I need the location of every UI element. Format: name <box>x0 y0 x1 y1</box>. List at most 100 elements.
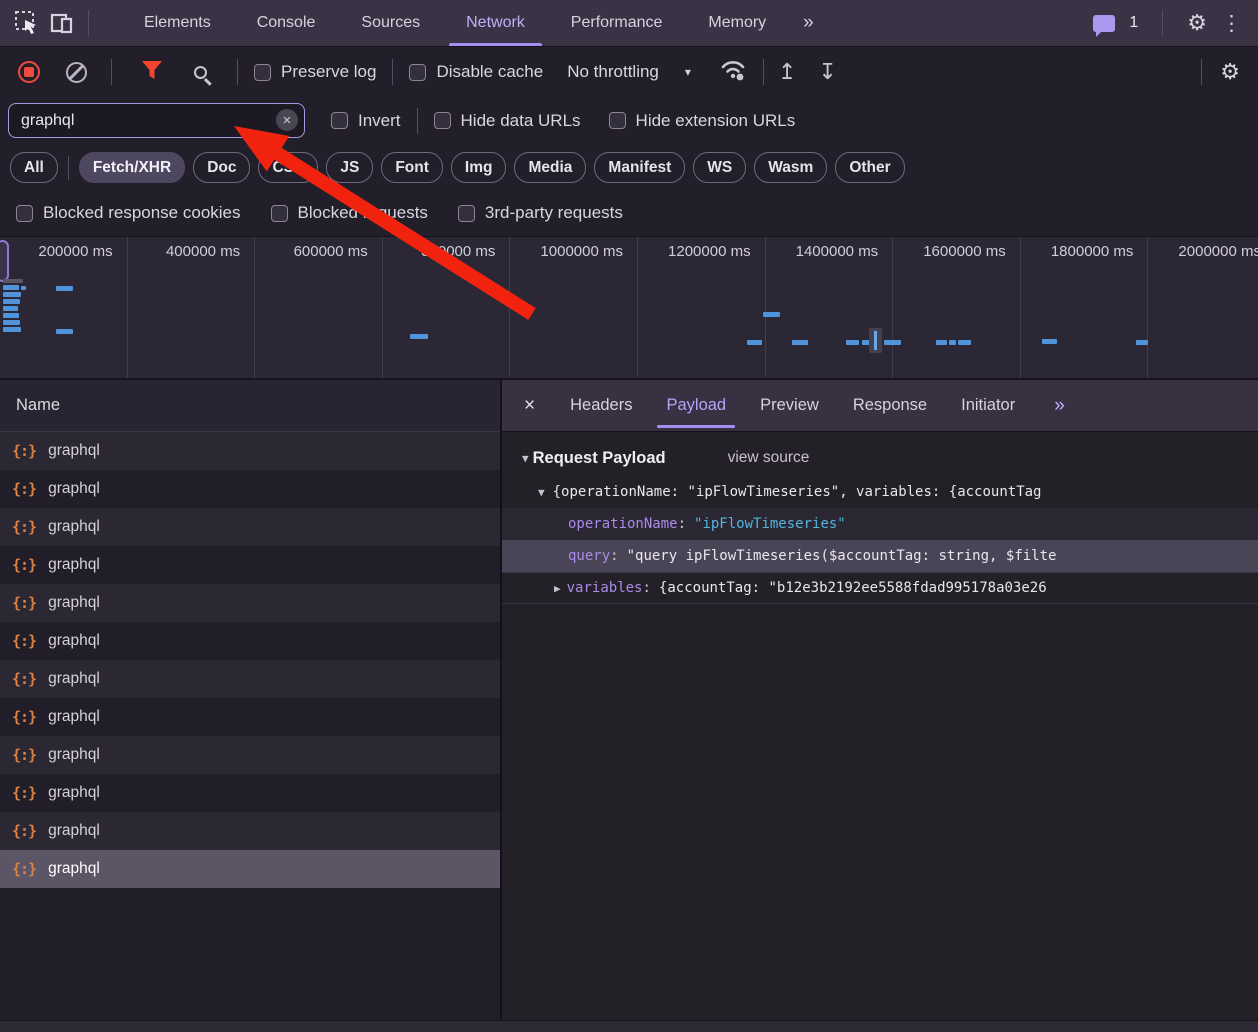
payload-entry-variables[interactable]: ▶ variables: {accountTag: "b12e3b2192ee5… <box>502 572 1258 604</box>
more-tabs-icon[interactable]: » <box>1040 395 1077 417</box>
timeline-tick-label: 800000 ms <box>421 243 495 260</box>
caret-down-icon[interactable]: ▼ <box>538 486 545 499</box>
table-row[interactable]: {:}graphql <box>0 698 500 736</box>
checkbox-box[interactable] <box>409 64 426 81</box>
chip-all[interactable]: All <box>10 152 58 183</box>
tab-network[interactable]: Network <box>443 0 548 46</box>
preserve-log-checkbox[interactable]: Preserve log <box>254 62 376 82</box>
checkbox-box[interactable] <box>331 112 348 129</box>
network-conditions-icon[interactable] <box>719 58 749 87</box>
import-har-icon[interactable]: ↥ <box>778 61 796 83</box>
device-toolbar-icon[interactable] <box>48 8 78 38</box>
checkbox-box[interactable] <box>254 64 271 81</box>
network-toolbar: Preserve log Disable cache No throttling… <box>0 48 1258 96</box>
issues-message-icon[interactable] <box>1093 15 1115 32</box>
tab-headers[interactable]: Headers <box>553 380 649 431</box>
caret-right-icon[interactable]: ▶ <box>554 582 561 595</box>
close-icon[interactable]: × <box>502 395 553 417</box>
tab-console[interactable]: Console <box>234 0 339 46</box>
table-row[interactable]: {:}graphql <box>0 584 500 622</box>
disable-cache-checkbox[interactable]: Disable cache <box>409 62 543 82</box>
payload-value: "ipFlowTimeseries" <box>694 516 846 532</box>
payload-key: operationName <box>568 516 678 532</box>
blocked-requests-checkbox[interactable]: Blocked requests <box>271 203 428 223</box>
network-settings-gear-icon[interactable]: ⚙ <box>1220 61 1240 83</box>
payload-root-node[interactable]: ▼ {operationName: "ipFlowTimeseries", va… <box>502 476 1258 508</box>
filter-funnel-icon[interactable] <box>140 59 164 86</box>
third-party-requests-checkbox[interactable]: 3rd-party requests <box>458 203 623 223</box>
payload-value: {accountTag: "b12e3b2192ee5588fdad995178… <box>659 580 1047 596</box>
export-har-icon[interactable]: ↧ <box>818 61 836 83</box>
checkbox-box[interactable] <box>434 112 451 129</box>
settings-gear-icon[interactable]: ⚙ <box>1187 12 1207 34</box>
chip-css[interactable]: CSS <box>258 152 318 183</box>
timeline-column: 1800000 ms <box>1021 237 1149 380</box>
table-row[interactable]: {:}graphql <box>0 736 500 774</box>
payload-entry-query[interactable]: query: "query ipFlowTimeseries($accountT… <box>502 540 1258 572</box>
json-xhr-icon: {:} <box>12 708 36 726</box>
chip-img[interactable]: Img <box>451 152 507 183</box>
network-overview-timeline[interactable]: 200000 ms400000 ms600000 ms800000 ms1000… <box>0 237 1258 380</box>
table-row[interactable]: {:}graphql <box>0 774 500 812</box>
invert-checkbox[interactable]: Invert <box>331 111 401 131</box>
tab-initiator[interactable]: Initiator <box>944 380 1032 431</box>
tab-payload[interactable]: Payload <box>649 380 743 431</box>
request-payload-section[interactable]: ▼ Request Payload view source <box>502 440 1258 476</box>
chip-js[interactable]: JS <box>326 152 373 183</box>
table-row[interactable]: {:}graphql <box>0 546 500 584</box>
filter-input[interactable]: graphql × <box>8 103 305 138</box>
tab-elements[interactable]: Elements <box>121 0 234 46</box>
chip-manifest[interactable]: Manifest <box>594 152 685 183</box>
timeline-tick-label: 1600000 ms <box>923 243 1006 260</box>
tab-performance[interactable]: Performance <box>548 0 686 46</box>
kebab-menu-icon[interactable]: ⋮ <box>1221 13 1242 34</box>
chip-other[interactable]: Other <box>835 152 904 183</box>
more-tabs-icon[interactable]: » <box>789 12 826 34</box>
checkbox-box[interactable] <box>16 205 33 222</box>
chip-font[interactable]: Font <box>381 152 443 183</box>
inspect-element-icon[interactable] <box>12 8 42 38</box>
chip-wasm[interactable]: Wasm <box>754 152 827 183</box>
tab-response[interactable]: Response <box>836 380 944 431</box>
json-xhr-icon: {:} <box>12 480 36 498</box>
search-icon[interactable] <box>194 66 207 79</box>
json-xhr-icon: {:} <box>12 784 36 802</box>
table-row[interactable]: {:}graphql <box>0 622 500 660</box>
hide-extension-urls-checkbox[interactable]: Hide extension URLs <box>609 111 796 131</box>
clear-filter-icon[interactable]: × <box>276 109 298 131</box>
blocked-response-cookies-checkbox[interactable]: Blocked response cookies <box>16 203 241 223</box>
throttling-select[interactable]: No throttling ▾ <box>567 62 691 82</box>
table-row[interactable]: {:}graphql <box>0 660 500 698</box>
chip-doc[interactable]: Doc <box>193 152 250 183</box>
divider <box>1162 10 1163 36</box>
devtools-window: Elements Console Sources Network Perform… <box>0 0 1258 1032</box>
chip-ws[interactable]: WS <box>693 152 746 183</box>
caret-down-icon[interactable]: ▼ <box>522 452 529 465</box>
checkbox-box[interactable] <box>458 205 475 222</box>
divider <box>111 59 112 85</box>
record-network-log-button[interactable] <box>18 61 40 83</box>
clear-network-log-icon[interactable] <box>66 62 87 83</box>
checkbox-box[interactable] <box>609 112 626 129</box>
advanced-filters-row: Blocked response cookies Blocked request… <box>0 190 1258 237</box>
chip-fetch-xhr[interactable]: Fetch/XHR <box>79 152 185 183</box>
tab-memory[interactable]: Memory <box>685 0 789 46</box>
chip-media[interactable]: Media <box>514 152 586 183</box>
json-xhr-icon: {:} <box>12 442 36 460</box>
tab-preview[interactable]: Preview <box>743 380 836 431</box>
tab-sources[interactable]: Sources <box>338 0 443 46</box>
request-details-panel: × Headers Payload Preview Response Initi… <box>502 380 1258 1020</box>
hide-data-urls-checkbox[interactable]: Hide data URLs <box>434 111 581 131</box>
payload-entry-operationName[interactable]: operationName: "ipFlowTimeseries" <box>502 508 1258 540</box>
table-row[interactable]: {:}graphql <box>0 470 500 508</box>
table-row[interactable]: {:}graphql <box>0 432 500 470</box>
checkbox-box[interactable] <box>271 205 288 222</box>
table-row[interactable]: {:}graphql <box>0 508 500 546</box>
view-source-link[interactable]: view source <box>728 449 810 467</box>
table-row[interactable]: {:}graphql <box>0 850 500 888</box>
name-column-header[interactable]: Name <box>0 380 500 432</box>
table-row[interactable]: {:}graphql <box>0 812 500 850</box>
timeline-tick-label: 1000000 ms <box>540 243 623 260</box>
request-name: graphql <box>48 822 100 840</box>
payload-preview-text: {operationName: "ipFlowTimeseries", vari… <box>553 484 1042 500</box>
